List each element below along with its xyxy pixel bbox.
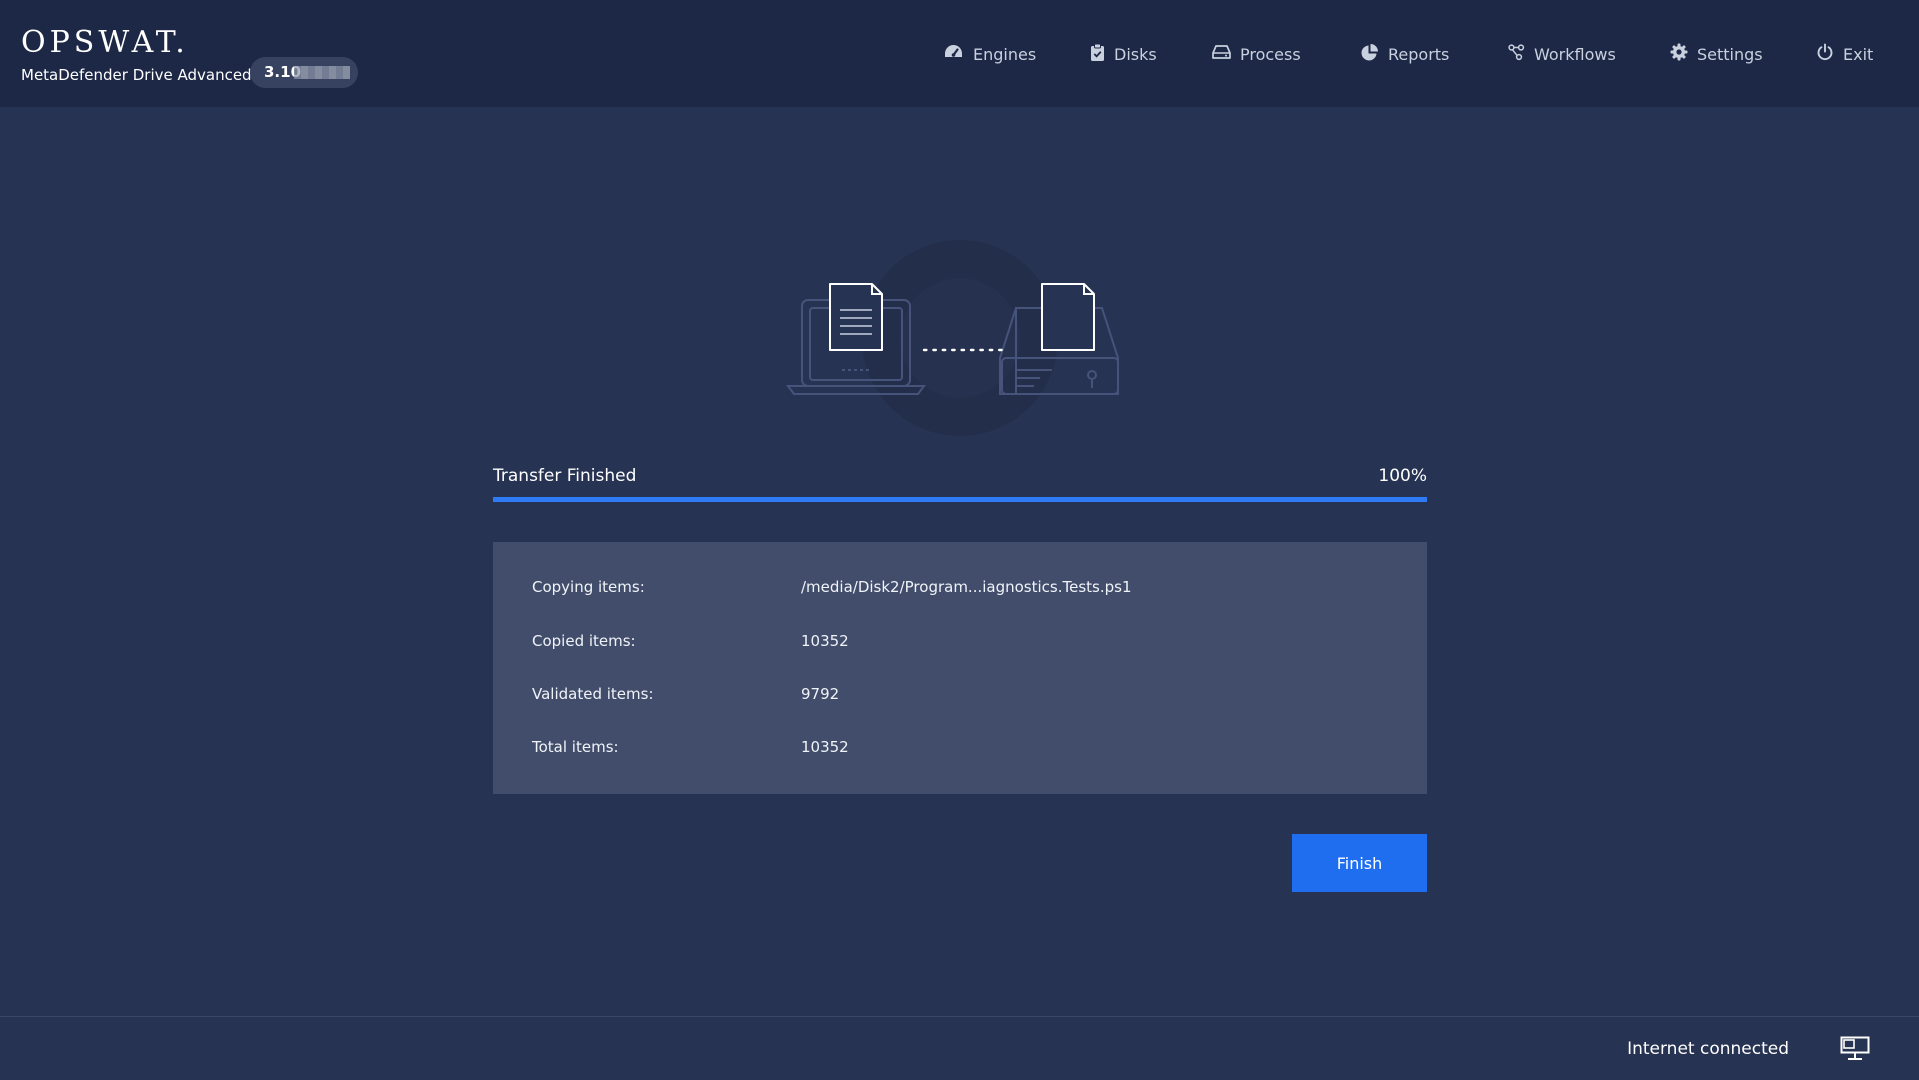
transfer-illustration bbox=[780, 218, 1140, 458]
nav-disks-label: Disks bbox=[1114, 44, 1157, 64]
product-name: MetaDefender Drive Advanced bbox=[21, 66, 252, 84]
nav-engines[interactable]: Engines bbox=[943, 41, 1036, 67]
top-bar: OPSWAT. MetaDefender Drive Advanced 3.10… bbox=[0, 0, 1919, 107]
nav-engines-label: Engines bbox=[973, 44, 1037, 64]
detail-value: 10352 bbox=[801, 738, 849, 756]
nav-workflows[interactable]: Workflows bbox=[1508, 41, 1616, 67]
detail-label: Validated items: bbox=[532, 685, 654, 703]
nav-settings-label: Settings bbox=[1697, 44, 1763, 64]
nav-exit-label: Exit bbox=[1843, 44, 1874, 64]
nav-disks[interactable]: Disks bbox=[1090, 41, 1157, 67]
gauge-icon bbox=[943, 43, 973, 65]
power-icon bbox=[1816, 43, 1843, 65]
detail-label: Copied items: bbox=[532, 632, 636, 650]
nav-process-label: Process bbox=[1240, 44, 1301, 64]
nav-reports-label: Reports bbox=[1388, 44, 1450, 64]
transfer-details-panel: Copying items: /media/Disk2/Program...ia… bbox=[493, 542, 1427, 794]
nav-reports[interactable]: Reports bbox=[1360, 41, 1449, 67]
brand: OPSWAT. MetaDefender Drive Advanced bbox=[21, 25, 252, 85]
nav-settings[interactable]: Settings bbox=[1670, 41, 1763, 67]
hard-drive-icon bbox=[1212, 44, 1240, 64]
clipboard-check-icon bbox=[1090, 43, 1114, 66]
nav-exit[interactable]: Exit bbox=[1816, 41, 1873, 67]
workflow-icon bbox=[1508, 43, 1534, 65]
nav-process[interactable]: Process bbox=[1212, 41, 1301, 67]
monitor-network-icon bbox=[1840, 1036, 1871, 1067]
transfer-status: Transfer Finished bbox=[493, 466, 637, 486]
version-badge: 3.10 bbox=[250, 57, 358, 88]
footer-divider bbox=[0, 1016, 1919, 1017]
opswat-logo: OPSWAT. bbox=[21, 25, 189, 60]
pie-chart-icon bbox=[1360, 43, 1388, 66]
transfer-percent: 100% bbox=[1378, 466, 1427, 486]
detail-value: /media/Disk2/Program...iagnostics.Tests.… bbox=[801, 578, 1132, 596]
detail-value: 10352 bbox=[801, 632, 849, 650]
finish-button[interactable]: Finish bbox=[1292, 834, 1427, 892]
progress-bar-fill bbox=[493, 497, 1427, 502]
gear-icon bbox=[1670, 43, 1697, 65]
connection-status: Internet connected bbox=[1627, 1039, 1789, 1059]
nav-workflows-label: Workflows bbox=[1534, 44, 1616, 64]
redacted-version-suffix bbox=[294, 66, 350, 79]
detail-label: Copying items: bbox=[532, 578, 645, 596]
progress-bar bbox=[493, 497, 1427, 502]
detail-label: Total items: bbox=[532, 738, 619, 756]
detail-value: 9792 bbox=[801, 685, 840, 703]
